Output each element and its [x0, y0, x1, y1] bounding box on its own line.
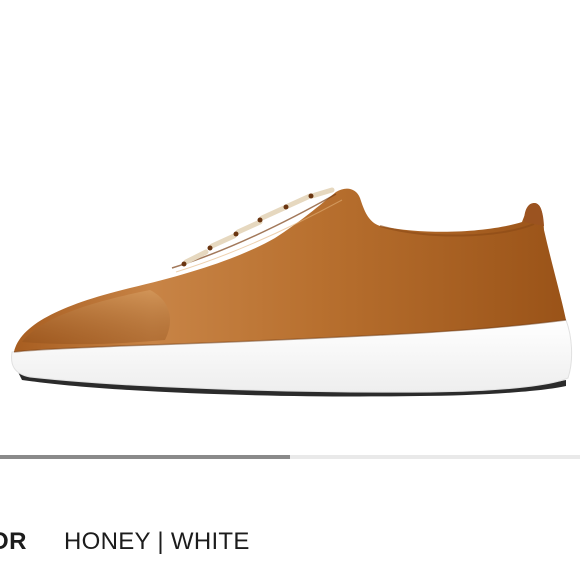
heel-tab — [524, 203, 544, 226]
color-label: OR — [0, 528, 27, 555]
color-value: HONEY | WHITE — [64, 528, 250, 555]
shoe-illustration — [11, 187, 573, 397]
color-selector: OR HONEY | WHITE — [0, 528, 580, 568]
product-image[interactable] — [0, 0, 580, 455]
gallery-progress-fill — [0, 455, 290, 459]
gallery-progress-track[interactable] — [0, 455, 580, 459]
